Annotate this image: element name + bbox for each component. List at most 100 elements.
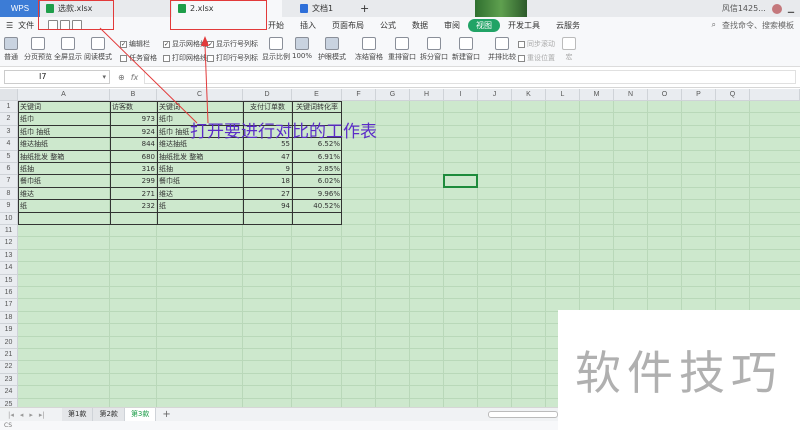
row-header[interactable]: 6 [0, 163, 18, 176]
row-header[interactable]: 7 [0, 175, 18, 188]
last-sheet-icon[interactable]: ▸| [39, 411, 45, 419]
wps-logo[interactable]: WPS [0, 0, 40, 17]
tab-data[interactable]: 数据 [404, 19, 436, 32]
select-all-corner[interactable] [0, 89, 18, 101]
row-header[interactable]: 2 [0, 113, 18, 126]
sheet-tab-3[interactable]: 第3款 [124, 408, 157, 421]
tab-formula[interactable]: 公式 [372, 19, 404, 32]
word-file-icon [300, 4, 308, 13]
reading-mode-button[interactable]: 阅读模式 [84, 37, 112, 62]
prev-sheet-icon[interactable]: ◂ [20, 411, 24, 419]
column-header[interactable]: H [410, 89, 444, 101]
normal-view-button[interactable]: 普通 [4, 37, 18, 62]
row-header[interactable]: 18 [0, 311, 18, 325]
label: 并排比较 [488, 53, 516, 61]
tab-doc1[interactable]: 文档1 [294, 0, 354, 17]
name-box[interactable]: I7 ▾ [4, 70, 110, 84]
column-header[interactable]: O [648, 89, 682, 101]
active-cell[interactable] [443, 174, 478, 188]
row-header[interactable]: 3 [0, 125, 18, 139]
row-header[interactable]: 14 [0, 262, 18, 275]
minimize-icon[interactable]: ▁ [788, 4, 794, 13]
sheet-tab-1[interactable]: 第1款 [62, 408, 94, 421]
sync-scroll-button[interactable]: 同步滚动 [518, 39, 555, 49]
column-header[interactable]: D [243, 89, 292, 101]
new-tab-button[interactable]: + [354, 0, 375, 17]
fx-icon[interactable]: fx [131, 73, 139, 82]
row-header[interactable]: 10 [0, 212, 18, 225]
row-header[interactable]: 9 [0, 200, 18, 213]
row-header[interactable]: 21 [0, 349, 18, 362]
zoom-100-button[interactable]: 100% [292, 37, 312, 60]
column-header[interactable]: L [546, 89, 580, 101]
sheet-tab-2[interactable]: 第2款 [93, 408, 125, 421]
column-header[interactable]: F [342, 89, 376, 101]
column-header[interactable]: B [110, 89, 157, 101]
row-header[interactable]: 16 [0, 287, 18, 300]
new-window-button[interactable]: 新建窗口 [452, 37, 480, 62]
table-border [18, 224, 342, 225]
split-window-button[interactable]: 拆分窗口 [420, 37, 448, 62]
next-sheet-icon[interactable]: ▸ [29, 411, 33, 419]
horizontal-scrollbar[interactable] [488, 411, 558, 418]
column-header[interactable]: M [580, 89, 614, 101]
show-scale-button[interactable]: 显示比例 [262, 37, 290, 62]
column-header[interactable]: E [292, 89, 342, 101]
first-sheet-icon[interactable]: |◂ [8, 411, 14, 419]
row-header[interactable]: 4 [0, 138, 18, 151]
row-header[interactable]: 22 [0, 361, 18, 374]
search-command[interactable]: 查找命令、搜索模板 [722, 20, 794, 31]
row-header[interactable]: 13 [0, 249, 18, 263]
formula-input[interactable] [144, 70, 796, 84]
reset-position-button[interactable]: 重设位置 [518, 53, 555, 63]
add-sheet-button[interactable]: + [156, 409, 176, 420]
print-grid-checkbox[interactable]: 打印网格线 [163, 53, 207, 63]
ribbon-view: 普通 分页预览 全屏显示 阅读模式 ✓ 编辑栏 任务窗格 ✓ 显示网格线 打印网格线… [0, 34, 800, 67]
column-header[interactable]: P [682, 89, 716, 101]
tab-cloud[interactable]: 云服务 [548, 19, 588, 32]
page-break-button[interactable]: 分页预览 [24, 37, 52, 62]
file-menu[interactable]: 文件 [18, 20, 34, 31]
tab-page-layout[interactable]: 页面布局 [324, 19, 372, 32]
avatar[interactable] [771, 3, 782, 14]
macro-button[interactable]: 宏 [562, 37, 576, 62]
user-name[interactable]: 风信1425... [722, 3, 766, 14]
row-header[interactable]: 24 [0, 386, 18, 399]
row-header[interactable]: 12 [0, 237, 18, 250]
side-by-side-button[interactable]: 并排比较 [488, 37, 516, 62]
eye-mode-button[interactable]: 护眼模式 [318, 37, 346, 62]
row-header[interactable]: 11 [0, 225, 18, 238]
tab-developer[interactable]: 开发工具 [500, 19, 548, 32]
tab-view[interactable]: 视图 [468, 19, 500, 32]
tab-review[interactable]: 审阅 [436, 19, 468, 32]
row-header[interactable]: 23 [0, 373, 18, 387]
search-icon[interactable]: ⌕ [712, 20, 716, 31]
freeze-panes-button[interactable]: 冻结窗格 [355, 37, 383, 62]
row-header[interactable]: 5 [0, 150, 18, 163]
chevron-down-icon[interactable]: ▾ [102, 71, 106, 83]
column-header[interactable]: J [478, 89, 512, 101]
column-header[interactable]: Q [716, 89, 750, 101]
zoom-icon[interactable]: ⊕ [118, 73, 125, 82]
print-rowcol-checkbox[interactable]: 打印行号列标 [207, 53, 258, 63]
row-header[interactable]: 20 [0, 336, 18, 349]
task-pane-checkbox[interactable]: 任务窗格 [120, 53, 157, 63]
column-header[interactable]: G [376, 89, 410, 101]
column-header[interactable]: A [18, 89, 110, 101]
hamburger-icon[interactable]: ☰ [6, 21, 13, 30]
column-header[interactable]: N [614, 89, 648, 101]
show-rowcol-checkbox[interactable]: ✓ 显示行号列标 [207, 39, 258, 49]
row-header[interactable]: 19 [0, 324, 18, 337]
edit-bar-checkbox[interactable]: ✓ 编辑栏 [120, 39, 150, 49]
column-header[interactable]: C [157, 89, 243, 101]
column-header[interactable]: I [444, 89, 478, 101]
row-header[interactable]: 8 [0, 187, 18, 201]
column-header[interactable]: K [512, 89, 546, 101]
tab-insert[interactable]: 插入 [292, 19, 324, 32]
fullscreen-button[interactable]: 全屏显示 [54, 37, 82, 62]
row-header[interactable]: 1 [0, 101, 18, 114]
row-header[interactable]: 15 [0, 274, 18, 287]
rearrange-window-button[interactable]: 重排窗口 [388, 37, 416, 62]
show-grid-checkbox[interactable]: ✓ 显示网格线 [163, 39, 207, 49]
row-header[interactable]: 17 [0, 299, 18, 312]
